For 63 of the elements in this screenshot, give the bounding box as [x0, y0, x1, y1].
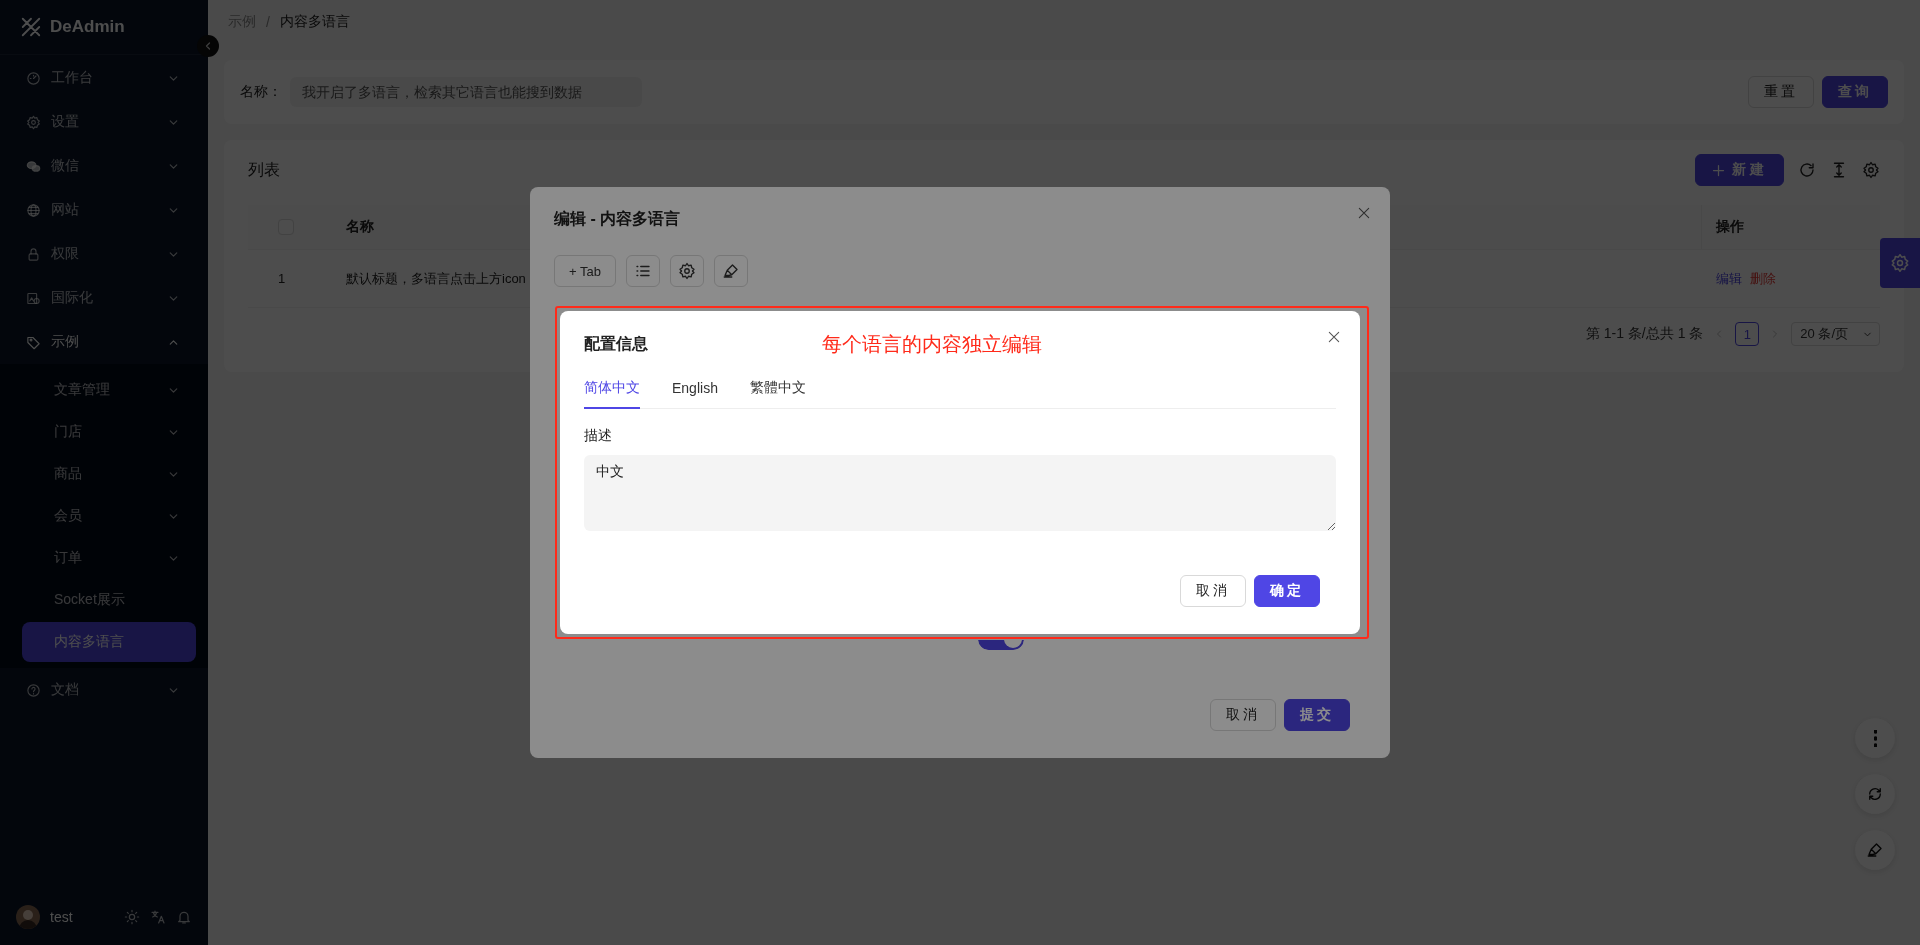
refresh-icon	[1866, 785, 1884, 803]
floating-button[interactable]	[1855, 774, 1895, 814]
reset-button[interactable]: 重置	[1748, 76, 1814, 108]
globe-icon	[26, 202, 41, 218]
card-title: 列表	[248, 159, 281, 180]
confirm-button[interactable]: 确定	[1254, 575, 1320, 607]
avatar[interactable]	[16, 905, 40, 929]
column-header: 名称	[346, 218, 374, 234]
modal-title: 配置信息	[584, 333, 648, 354]
settings-icon[interactable]	[1862, 161, 1880, 179]
brush-button[interactable]	[713, 255, 748, 287]
plus-icon	[1711, 162, 1726, 178]
close-button[interactable]	[1356, 205, 1372, 221]
submit-button[interactable]: 提交	[1284, 699, 1350, 731]
tag-icon	[26, 334, 41, 350]
bell-icon[interactable]	[176, 909, 192, 925]
more-icon	[1873, 729, 1877, 747]
language-tab[interactable]: English	[672, 373, 718, 409]
column-header: 操作	[1716, 218, 1744, 234]
pagination-summary: 第 1-1 条/总共 1 条	[1585, 325, 1704, 343]
brush-icon	[721, 262, 740, 280]
delete-link[interactable]: 删除	[1749, 270, 1776, 286]
breadcrumb-separator: /	[266, 14, 270, 30]
breadcrumb-item: 内容多语言	[279, 13, 350, 31]
table-cell: 默认标题，多语言点击上方icon	[346, 270, 526, 286]
cancel-button[interactable]: 取消	[1180, 575, 1246, 607]
floating-button[interactable]	[1855, 830, 1895, 870]
collapse-button[interactable]	[197, 35, 219, 57]
row-number: 1	[278, 271, 286, 286]
help-icon	[26, 682, 41, 698]
settings-button[interactable]	[669, 255, 704, 287]
close-button[interactable]	[1326, 329, 1342, 345]
field-label: 描述	[584, 427, 613, 445]
description-field[interactable]: 中文	[584, 455, 1336, 531]
floating-button[interactable]	[1855, 718, 1895, 758]
menu-item[interactable]: 示例	[0, 320, 208, 364]
sun-icon[interactable]	[124, 909, 140, 925]
reload-icon[interactable]	[1798, 161, 1816, 179]
settings-icon	[1890, 253, 1910, 273]
language-tab[interactable]: 简体中文	[584, 373, 640, 409]
field-label: 名称：	[240, 83, 282, 101]
settings-tab[interactable]	[1880, 238, 1920, 288]
lock-icon	[26, 246, 41, 262]
close-icon	[1326, 329, 1342, 345]
close-icon	[1356, 205, 1372, 221]
modal-title: 编辑 - 内容多语言	[554, 208, 681, 229]
cancel-button[interactable]: 取消	[1210, 699, 1276, 731]
list-button[interactable]	[625, 255, 660, 287]
brush-icon	[1866, 841, 1884, 859]
chat-icon	[26, 158, 41, 174]
language-tab[interactable]: 繁體中文	[749, 373, 806, 409]
user-name: test	[50, 909, 74, 925]
settings-icon	[677, 262, 696, 280]
settings-icon	[26, 114, 41, 130]
logo-icon	[20, 16, 42, 38]
app-name: DeAdmin	[50, 17, 125, 37]
page-size-select[interactable]: 20 条/页	[1791, 322, 1880, 346]
annotation-text: 每个语言的内容独立编辑	[822, 331, 1042, 357]
translate-icon[interactable]	[150, 909, 166, 925]
dashboard-icon	[26, 70, 41, 86]
add-tab-button[interactable]: + Tab	[554, 255, 616, 287]
page-number[interactable]: 1	[1735, 322, 1760, 346]
image-icon	[26, 290, 41, 306]
